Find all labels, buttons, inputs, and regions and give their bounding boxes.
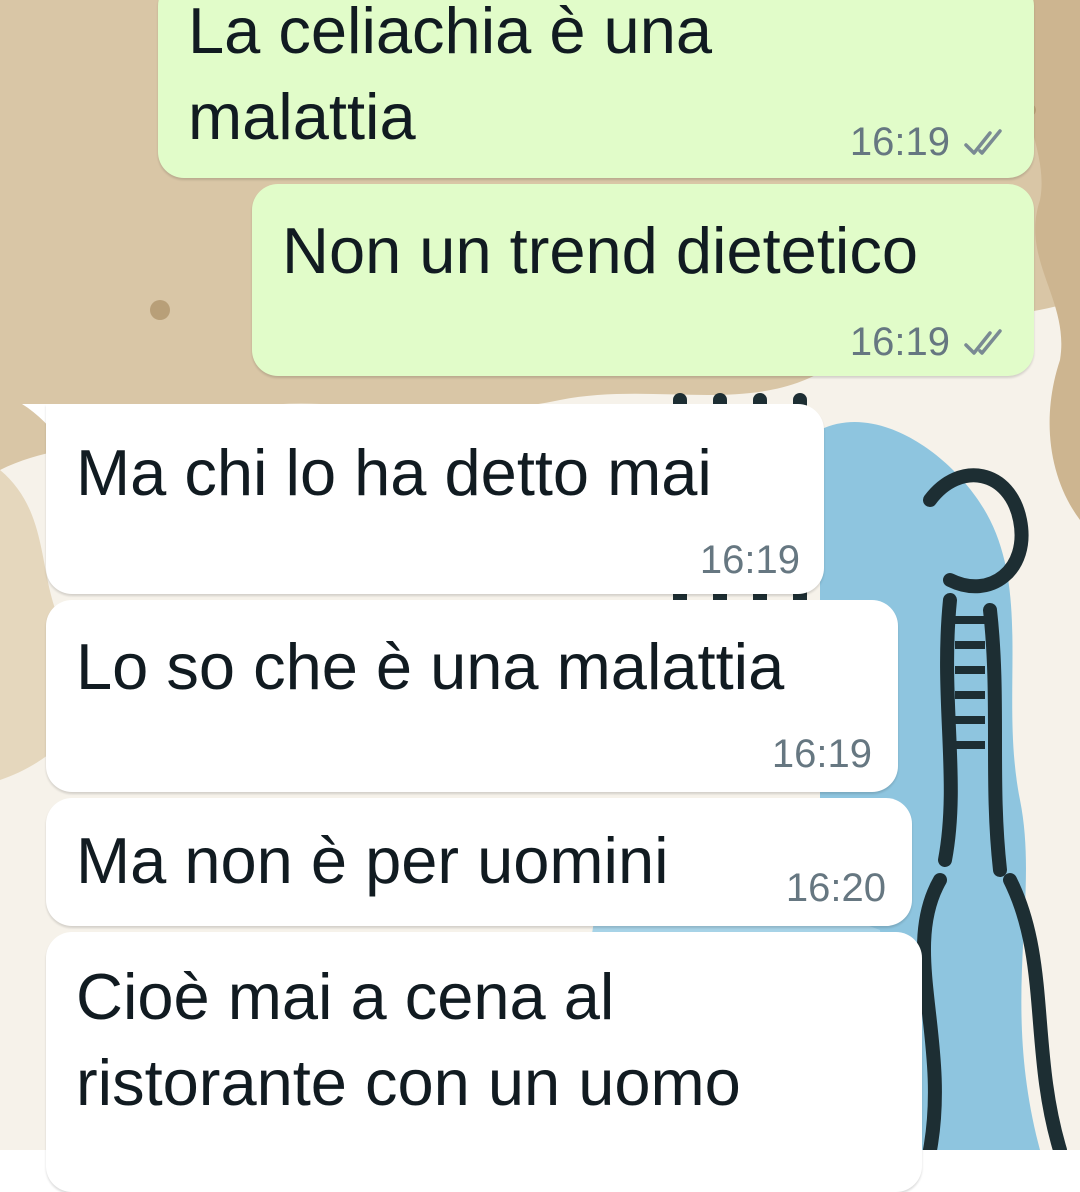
message-meta: 16:19 [772,732,872,777]
message-meta: 16:19 [850,320,1006,365]
incoming-message[interactable]: Ma chi lo ha detto mai 16:19 [46,404,824,594]
message-text-line: ristorante con un uomo [76,1046,741,1119]
message-text-line: Non un trend dietetico [282,214,918,287]
outgoing-message[interactable]: La celiachia è una malattia 16:19 [158,0,1034,178]
double-check-icon [964,128,1002,155]
incoming-message[interactable]: Ma non è per uomini 16:20 [46,798,912,926]
double-check-icon [964,328,1002,355]
message-time: 16:19 [849,120,950,164]
message-text-line: Ma chi lo ha detto mai [76,436,712,509]
message-time: 16:19 [699,538,800,582]
incoming-message[interactable]: Cioè mai a cena al ristorante con un uom… [46,932,922,1192]
message-text-line: malattia [188,80,416,153]
message-text-line: Ma non è per uomini [76,824,669,897]
message-text-line: Lo so che è una malattia [76,630,785,703]
incoming-message[interactable]: Lo so che è una malattia 16:19 [46,600,898,792]
message-time: 16:20 [785,866,886,910]
message-meta: 16:19 [700,538,800,583]
message-time: 16:19 [849,320,950,364]
outgoing-message[interactable]: Non un trend dietetico 16:19 [252,184,1034,376]
message-meta: 16:19 [850,120,1006,165]
message-time: 16:19 [771,732,872,776]
message-text-line: Cioè mai a cena al [76,960,615,1033]
message-meta: 16:20 [786,866,886,911]
message-text-line: La celiachia è una [188,0,712,67]
